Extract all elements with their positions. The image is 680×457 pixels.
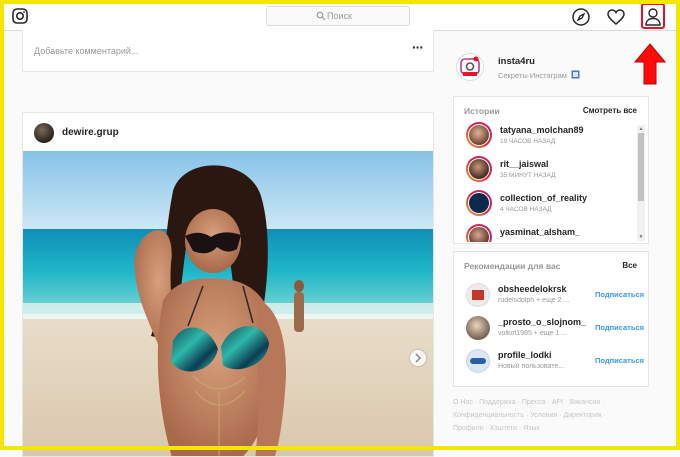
- profile-icon[interactable]: [644, 7, 662, 27]
- follow-button[interactable]: Подписаться: [595, 290, 644, 299]
- top-navigation-bar: [4, 3, 676, 31]
- stories-scrollbar[interactable]: ▲ ▼: [637, 125, 645, 241]
- follow-button[interactable]: Подписаться: [595, 356, 644, 365]
- explore-compass-icon[interactable]: [571, 7, 591, 27]
- post-author-username[interactable]: dewire.grup: [62, 127, 119, 138]
- footer-link-hashtags[interactable]: Хэштеги: [490, 425, 517, 432]
- recommendation-subtitle: rudelsdolph + еще 2 ...: [498, 297, 570, 304]
- recommendation-avatar[interactable]: [466, 316, 490, 340]
- stories-see-all-link[interactable]: Смотреть все: [583, 106, 637, 115]
- footer-link-jobs[interactable]: Вакансии: [569, 399, 600, 406]
- recommendation-item: _prosto_o_slojnom_ volkof1985 + еще 1 ..…: [466, 315, 644, 345]
- post-photo[interactable]: [23, 151, 434, 457]
- footer-link-about[interactable]: О Нас: [453, 399, 473, 406]
- recommendation-username[interactable]: _prosto_o_slojnom_: [498, 317, 586, 327]
- story-time: 4 ЧАСОВ НАЗАД: [500, 206, 552, 213]
- recommendation-avatar[interactable]: [466, 349, 490, 373]
- scrollbar-thumb[interactable]: [638, 133, 644, 201]
- activity-heart-icon[interactable]: [606, 7, 626, 27]
- story-avatar: [469, 193, 489, 213]
- story-ring: [466, 224, 492, 242]
- follow-button[interactable]: Подписаться: [595, 323, 644, 332]
- book-icon: [571, 70, 580, 79]
- footer-link-press[interactable]: Пресса: [522, 399, 546, 406]
- scroll-down-arrow-icon[interactable]: ▼: [637, 233, 645, 241]
- profile-button-highlight[interactable]: [641, 3, 665, 29]
- feed-post: dewire.grup: [22, 112, 434, 457]
- recommendations-all-link[interactable]: Все: [622, 261, 637, 270]
- red-up-arrow-icon: [634, 43, 666, 85]
- comment-box: ···: [22, 30, 434, 72]
- post-author-avatar[interactable]: [34, 123, 54, 143]
- footer-link-api[interactable]: API: [552, 399, 563, 406]
- search-box[interactable]: [266, 6, 410, 26]
- story-item[interactable]: rit__jaiswal 35 МИНУТ НАЗАД: [466, 156, 636, 186]
- recommendations-title: Рекомендации для вас: [464, 261, 561, 271]
- story-time: 35 МИНУТ НАЗАД: [500, 172, 556, 179]
- story-time: 19 ЧАСОВ НАЗАД: [500, 138, 556, 145]
- story-item[interactable]: yasminat_alsham_: [466, 224, 636, 242]
- footer-links: О Нас · Поддержка · Пресса · API · Вакан…: [453, 399, 606, 432]
- story-ring: [466, 122, 492, 148]
- current-user-avatar[interactable]: [456, 53, 484, 81]
- stories-panel: Истории Смотреть все tatyana_molchan89 1…: [453, 96, 649, 244]
- scroll-up-arrow-icon[interactable]: ▲: [637, 125, 645, 133]
- story-avatar: [469, 227, 489, 242]
- next-photo-chevron-right-icon[interactable]: [410, 350, 426, 366]
- recommendation-subtitle: volkof1985 + еще 1 ...: [498, 330, 567, 337]
- footer-link-support[interactable]: Поддержка: [479, 399, 516, 406]
- current-user-fullname: Секреты Инстаграм: [498, 70, 580, 80]
- current-user-username[interactable]: insta4ru: [498, 56, 535, 67]
- search-input[interactable]: [327, 8, 403, 24]
- recommendation-avatar[interactable]: [466, 283, 490, 307]
- story-avatar: [469, 159, 489, 179]
- story-item[interactable]: tatyana_molchan89 19 ЧАСОВ НАЗАД: [466, 122, 636, 152]
- recommendations-panel: Рекомендации для вас Все obsheedelokrsk …: [453, 251, 649, 387]
- recommendation-username[interactable]: obsheedelokrsk: [498, 284, 567, 294]
- instagram-logo-icon[interactable]: [12, 8, 28, 24]
- story-ring: [466, 190, 492, 216]
- footer-link-privacy[interactable]: Конфиденциальность: [453, 412, 524, 419]
- story-username[interactable]: yasminat_alsham_: [500, 227, 580, 237]
- recommendation-subtitle: Новый пользовате...: [498, 363, 565, 370]
- recommendation-item: obsheedelokrsk rudelsdolph + еще 2 ... П…: [466, 282, 644, 312]
- camera-logo-icon: [460, 56, 480, 76]
- current-user-subtitle: Секреты Инстаграм: [498, 71, 567, 80]
- footer-link-profiles[interactable]: Профили: [453, 425, 483, 432]
- stories-title: Истории: [464, 106, 500, 116]
- story-username[interactable]: rit__jaiswal: [500, 159, 549, 169]
- story-username[interactable]: tatyana_molchan89: [500, 125, 584, 135]
- story-username[interactable]: collection_of_reality: [500, 193, 587, 203]
- story-avatar: [469, 125, 489, 145]
- more-options-button[interactable]: ···: [412, 40, 424, 54]
- comment-input[interactable]: [34, 43, 354, 59]
- footer-link-language[interactable]: Язык: [523, 425, 539, 432]
- footer-link-terms[interactable]: Условия: [530, 412, 557, 419]
- footer-link-directory[interactable]: Директория: [563, 412, 601, 419]
- recommendation-username[interactable]: profile_lodki: [498, 350, 552, 360]
- story-ring: [466, 156, 492, 182]
- recommendation-item: profile_lodki Новый пользовате... Подпис…: [466, 348, 644, 378]
- search-icon: [316, 11, 326, 21]
- story-item[interactable]: collection_of_reality 4 ЧАСОВ НАЗАД: [466, 190, 636, 220]
